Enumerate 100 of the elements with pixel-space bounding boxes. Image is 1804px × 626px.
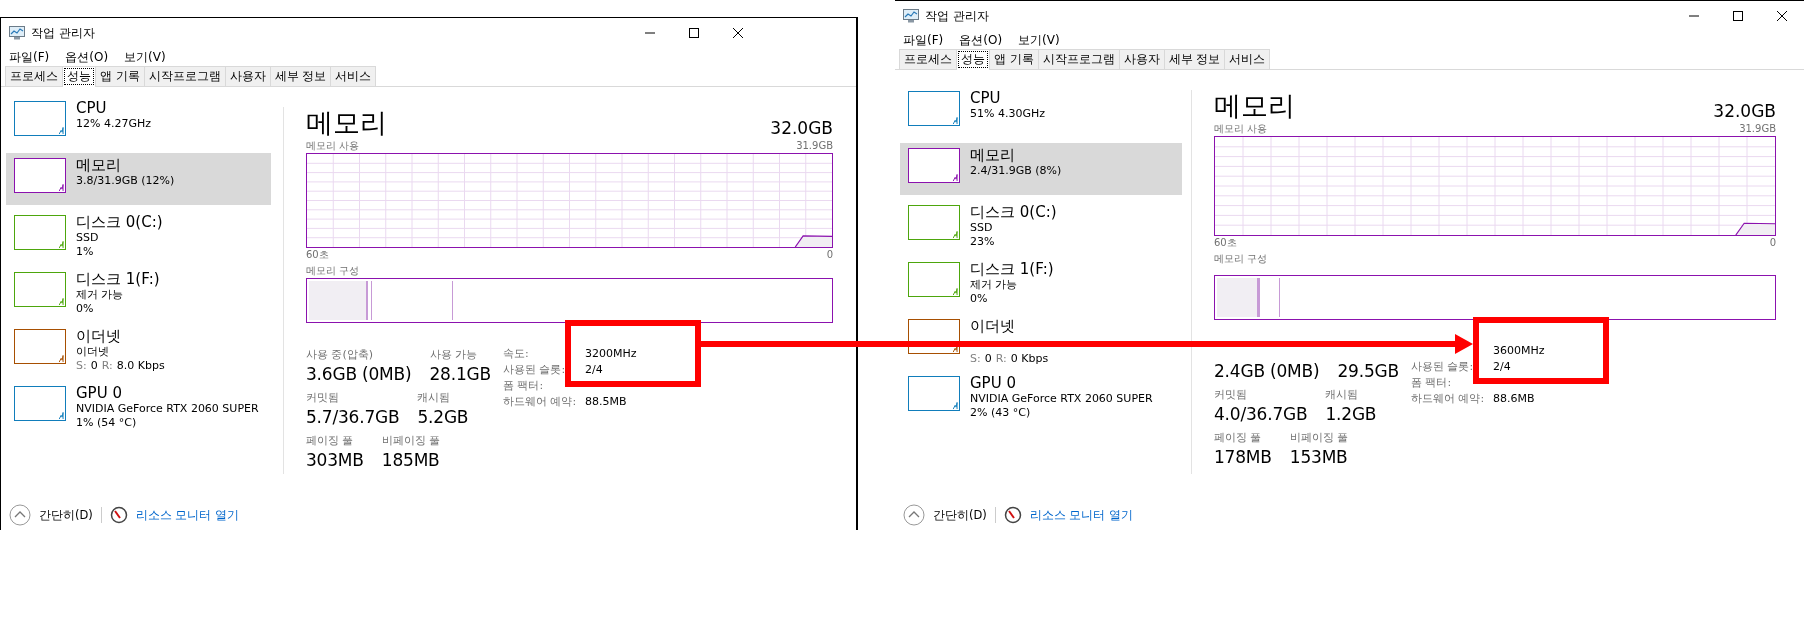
stat-label: 커밋됨 — [306, 390, 340, 405]
stat-label: 비페이징 풀 — [1289, 430, 1349, 445]
close-icon — [1777, 11, 1787, 21]
graph-label: 메모리 구성 — [1214, 252, 1268, 266]
tab[interactable]: 사용자 — [1118, 49, 1165, 69]
stat-value: 303MB — [306, 449, 364, 472]
task-manager-icon — [903, 9, 919, 23]
stat-value: 5.2GB — [417, 406, 469, 429]
collapse-button[interactable]: 간단히(D) — [9, 504, 93, 526]
tab[interactable]: 앱 기록 — [989, 49, 1039, 69]
tab[interactable]: 시작프로그램 — [1037, 49, 1120, 69]
detail-value: 3600MHz — [1493, 344, 1545, 358]
tab[interactable]: 세부 정보 — [269, 66, 332, 86]
stat-label: 커밋됨 — [1214, 387, 1248, 402]
tab[interactable]: 성능 — [62, 66, 96, 87]
tab[interactable]: 세부 정보 — [1163, 49, 1226, 69]
resource-monitor-icon — [1003, 506, 1022, 524]
detail-label: 하드웨어 예약: — [503, 395, 578, 409]
tab[interactable]: 앱 기록 — [95, 66, 145, 86]
stat-label: 페이징 풀 — [306, 433, 355, 448]
menu-item[interactable]: 보기(V) — [1016, 31, 1062, 49]
traffic-label: S: — [76, 359, 87, 373]
sidebar-item[interactable]: GPU 0 NVIDIA GeForce RTX 2060 SUPER 2% (43 °C) — [900, 371, 1182, 423]
maximize-icon — [1733, 11, 1743, 21]
graph-label: 메모리 사용 — [1214, 122, 1268, 136]
traffic-value: 8.0 Kbps — [116, 359, 165, 373]
stat-label: 캐시됨 — [417, 390, 452, 405]
detail-label: 하드웨어 예약: — [1411, 392, 1486, 406]
total-memory: 32.0GB — [1713, 100, 1776, 122]
traffic-value: 0 Kbps — [1010, 352, 1049, 366]
menu-item[interactable]: 옵션(O) — [957, 31, 1005, 49]
stat-value: 178MB — [1214, 446, 1272, 469]
total-memory: 32.0GB — [770, 117, 833, 139]
resource-monitor-icon — [109, 506, 128, 524]
collapse-button[interactable]: 간단히(D) — [903, 504, 987, 526]
sidebar-item[interactable]: 메모리 3.8/31.9GB (12%) — [6, 153, 271, 205]
chevron-up-icon — [903, 504, 925, 526]
resource-monitor-link[interactable]: 리소스 모니터 열기 — [1029, 507, 1134, 523]
traffic-label: R: — [995, 352, 1007, 366]
stat-label: 사용 중(압축) — [306, 347, 375, 362]
axis-label: 0 — [1769, 236, 1776, 250]
detail-label: 속도: — [503, 347, 530, 361]
traffic-value: 0 — [984, 352, 992, 366]
tab[interactable]: 프로세스 — [5, 66, 63, 86]
stat-value: 185MB — [381, 449, 441, 472]
menu-item[interactable]: 옵션(O) — [63, 48, 111, 66]
section-title: 메모리 — [306, 107, 387, 139]
detail-value: 2/4 — [585, 363, 604, 377]
axis-label: 0 — [826, 248, 833, 262]
stat-value: 5.7/36.7GB — [306, 406, 400, 429]
stat-value: 29.5GB — [1337, 360, 1399, 383]
tab[interactable]: 서비스 — [1224, 49, 1271, 69]
stat-label: 사용 가능 — [429, 347, 478, 362]
tab[interactable]: 시작프로그램 — [143, 66, 226, 86]
detail-value: 88.6MB — [1493, 392, 1536, 406]
graph-label: 메모리 사용 — [306, 139, 360, 153]
graph-label: 메모리 구성 — [306, 264, 360, 278]
close-icon — [733, 28, 743, 38]
section-title: 메모리 — [1214, 90, 1295, 122]
detail-value: 88.5MB — [585, 395, 628, 409]
tab[interactable]: 서비스 — [330, 66, 377, 86]
maximize-icon — [689, 28, 699, 38]
sidebar-item[interactable]: 디스크 1(F:) 제거 가능 0% — [900, 257, 1182, 309]
stat-value: 4.0/36.7GB — [1214, 403, 1308, 426]
axis-label: 60초 — [306, 248, 329, 262]
sidebar-item[interactable]: CPU 51% 4.30GHz — [900, 86, 1182, 138]
task-manager-icon — [9, 26, 25, 40]
detail-label: 사용된 슬롯: — [1411, 360, 1475, 374]
traffic-label: R: — [101, 359, 113, 373]
tab[interactable]: 사용자 — [224, 66, 271, 86]
resource-monitor-link[interactable]: 리소스 모니터 열기 — [135, 507, 240, 523]
tab[interactable]: 성능 — [956, 49, 990, 70]
traffic-value: 0 — [90, 359, 98, 373]
detail-value: 3200MHz — [585, 347, 637, 361]
detail-label: 폼 팩터: — [503, 379, 545, 393]
menu-item[interactable]: 파일(F) — [7, 48, 52, 66]
menu-item[interactable]: 보기(V) — [122, 48, 168, 66]
sidebar-item[interactable]: 디스크 1(F:) 제거 가능 0% — [6, 267, 271, 319]
sidebar-item[interactable]: CPU 12% 4.27GHz — [6, 96, 271, 148]
stat-value: 3.6GB (0MB) — [306, 363, 412, 386]
graph-max: 31.9GB — [796, 139, 833, 153]
stat-value: 153MB — [1289, 446, 1349, 469]
stat-value: 28.1GB — [429, 363, 491, 386]
stat-label: 페이징 풀 — [1214, 430, 1263, 445]
window-title: 작업 관리자 — [925, 7, 989, 25]
sidebar-item[interactable]: 디스크 0(C:) SSD 1% — [6, 210, 271, 262]
sidebar-item[interactable]: GPU 0 NVIDIA GeForce RTX 2060 SUPER 1% (54 °C) — [6, 381, 271, 433]
window-title: 작업 관리자 — [31, 24, 95, 42]
sidebar-item[interactable]: 이더넷 S: 0 R: 0 Kbps — [900, 314, 1182, 366]
stat-label: 캐시됨 — [1325, 387, 1360, 402]
sidebar-item[interactable]: 이더넷 이더넷 S: 0 R: 8.0 Kbps — [6, 324, 271, 376]
graph-max: 31.9GB — [1739, 122, 1776, 136]
sidebar-item[interactable]: 메모리 2.4/31.9GB (8%) — [900, 143, 1182, 195]
tab[interactable]: 프로세스 — [899, 49, 957, 69]
stat-value: 1.2GB — [1325, 403, 1377, 426]
detail-value: 2/4 — [1493, 360, 1512, 374]
axis-label: 60초 — [1214, 236, 1237, 250]
sidebar-item[interactable]: 디스크 0(C:) SSD 23% — [900, 200, 1182, 252]
menu-item[interactable]: 파일(F) — [901, 31, 946, 49]
stat-value: 2.4GB (0MB) — [1214, 360, 1320, 383]
